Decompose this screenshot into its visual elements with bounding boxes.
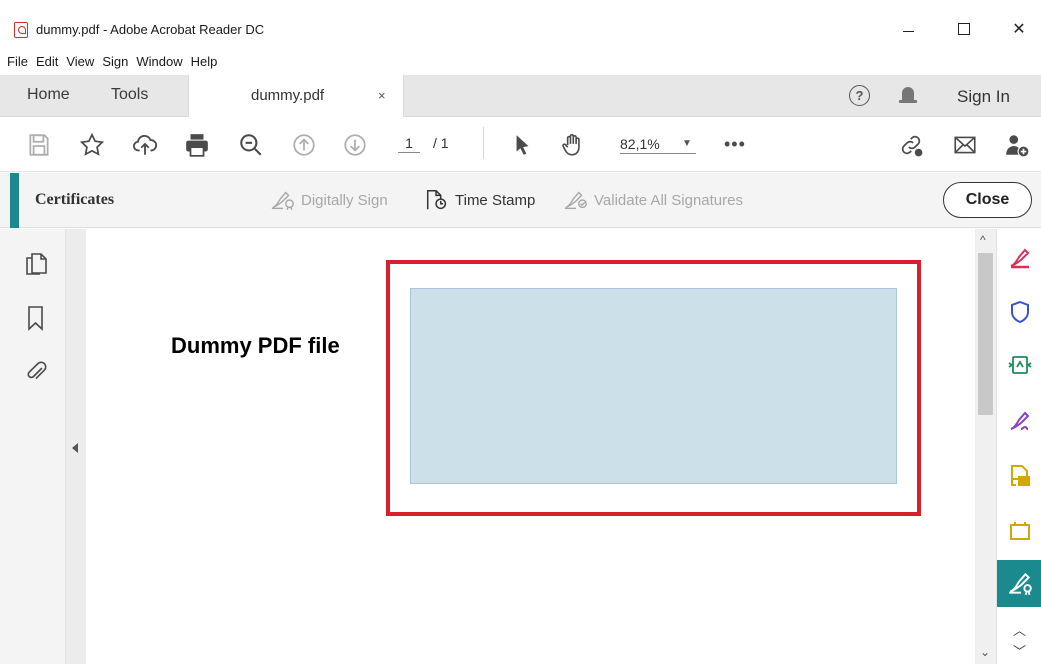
zoom-value: 82,1% xyxy=(620,136,660,152)
scroll-down-arrow-icon[interactable]: ⌄ xyxy=(980,645,990,659)
signature-field[interactable] xyxy=(410,288,897,484)
digitally-sign-button[interactable]: Digitally Sign xyxy=(270,189,388,211)
certificates-title: Certificates xyxy=(35,191,115,208)
attachments-icon[interactable] xyxy=(23,357,49,385)
page-total: / 1 xyxy=(433,135,449,151)
menu-window[interactable]: Window xyxy=(132,52,186,72)
tab-tools[interactable]: Tools xyxy=(111,86,148,104)
left-navigation-pane xyxy=(0,229,66,664)
menu-file[interactable]: File xyxy=(0,52,32,72)
highlight-frame xyxy=(386,260,921,516)
page-down-icon[interactable] xyxy=(341,131,369,159)
certificates-tool-active[interactable] xyxy=(997,560,1041,607)
chevron-down-icon: ▼ xyxy=(682,138,692,149)
zoom-select[interactable]: 82,1% ▼ xyxy=(620,136,696,154)
page-thumbnails-icon[interactable] xyxy=(23,249,49,277)
close-certificates-button[interactable]: Close xyxy=(943,182,1032,218)
tab-document[interactable]: dummy.pdf × xyxy=(188,75,404,117)
email-icon[interactable] xyxy=(951,131,979,159)
menu-sign[interactable]: Sign xyxy=(98,52,132,72)
more-tools-icon[interactable]: ••• xyxy=(724,134,746,155)
document-view: Dummy PDF file xyxy=(86,229,975,664)
scroll-up-arrow-icon[interactable]: ^ xyxy=(980,233,986,247)
maximize-button[interactable] xyxy=(941,14,987,44)
comment-icon[interactable] xyxy=(1008,464,1032,488)
hand-tool-icon[interactable] xyxy=(558,131,586,159)
help-icon[interactable]: ? xyxy=(849,85,870,106)
bookmarks-icon[interactable] xyxy=(23,304,49,332)
document-heading: Dummy PDF file xyxy=(171,333,340,358)
fill-sign-icon[interactable] xyxy=(1008,245,1032,269)
menu-bar: File Edit View Sign Window Help xyxy=(0,52,221,72)
page-number-input[interactable]: 1 xyxy=(398,135,420,153)
sign-icon[interactable] xyxy=(1008,409,1032,433)
share-link-icon[interactable] xyxy=(897,131,925,159)
zoom-out-icon[interactable] xyxy=(237,131,265,159)
sign-in-link[interactable]: Sign In xyxy=(957,87,1010,107)
certificates-icon xyxy=(1009,572,1032,596)
print-icon[interactable] xyxy=(183,131,211,159)
scrollbar-thumb[interactable] xyxy=(978,253,993,415)
close-window-button[interactable]: ✕ xyxy=(996,14,1041,44)
main-toolbar: 1 / 1 82,1% ▼ ••• xyxy=(0,118,1041,172)
validate-signatures-button[interactable]: Validate All Signatures xyxy=(563,189,743,211)
tab-home[interactable]: Home xyxy=(27,86,70,104)
protect-icon[interactable] xyxy=(1008,300,1032,324)
select-pointer-icon[interactable] xyxy=(508,131,536,159)
menu-view[interactable]: View xyxy=(62,52,98,72)
vertical-scrollbar[interactable]: ^ ⌄ xyxy=(975,229,996,664)
panel-scroll-up-icon[interactable]: ︿ xyxy=(1013,620,1026,639)
toolbar-divider xyxy=(483,127,484,159)
title-bar: dummy.pdf - Adobe Acrobat Reader DC ✕ xyxy=(0,0,1041,46)
certificates-toolbar: Certificates Digitally Sign Time Stamp V… xyxy=(0,173,1041,228)
collapse-left-pane[interactable] xyxy=(66,229,86,664)
time-stamp-button[interactable]: Time Stamp xyxy=(424,189,535,211)
bookmark-star-icon[interactable] xyxy=(78,131,106,159)
add-user-icon[interactable] xyxy=(1003,131,1031,159)
menu-help[interactable]: Help xyxy=(187,52,222,72)
certificates-accent xyxy=(10,173,19,228)
notifications-bell-icon[interactable] xyxy=(899,85,917,107)
cloud-upload-icon[interactable] xyxy=(131,131,159,159)
close-tab-icon[interactable]: × xyxy=(378,88,386,103)
collapse-arrow-icon xyxy=(72,443,78,453)
time-stamp-label: Time Stamp xyxy=(455,191,536,209)
panel-scroll-down-icon[interactable]: ﹀ xyxy=(1013,641,1026,660)
window-title: dummy.pdf - Adobe Acrobat Reader DC xyxy=(36,22,265,37)
tab-bar: Home Tools dummy.pdf × ? Sign In xyxy=(0,75,1041,117)
document-tab-label: dummy.pdf xyxy=(251,87,325,104)
menu-edit[interactable]: Edit xyxy=(32,52,62,72)
minimize-button[interactable] xyxy=(885,14,931,44)
digitally-sign-label: Digitally Sign xyxy=(301,191,388,209)
stamp-icon[interactable] xyxy=(1008,519,1032,543)
page-up-icon[interactable] xyxy=(290,131,318,159)
acrobat-app-icon xyxy=(14,22,28,38)
export-pdf-icon[interactable] xyxy=(1008,353,1032,377)
right-tools-pane: ︿ ﹀ xyxy=(996,229,1041,664)
save-icon[interactable] xyxy=(25,131,53,159)
validate-signatures-label: Validate All Signatures xyxy=(594,191,743,209)
